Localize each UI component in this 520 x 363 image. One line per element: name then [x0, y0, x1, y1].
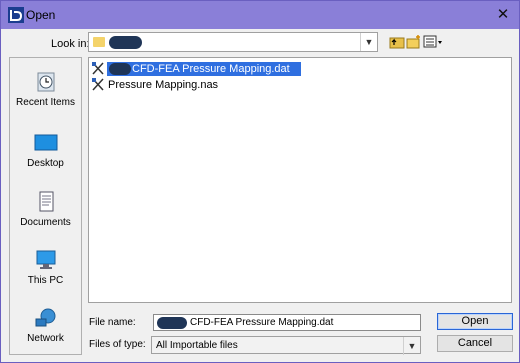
up-folder-icon[interactable]: [389, 34, 405, 49]
chevron-down-icon[interactable]: ▼: [403, 337, 420, 355]
place-label: This PC: [27, 275, 64, 286]
view-menu-icon[interactable]: [423, 34, 443, 49]
redacted-folder-name: [109, 36, 142, 49]
file-name-field[interactable]: CFD-FEA Pressure Mapping.dat: [153, 314, 421, 331]
place-label: Desktop: [27, 158, 64, 169]
file-name: Pressure Mapping.nas: [108, 79, 219, 91]
place-label: Recent Items: [16, 97, 75, 108]
window-title: Open: [26, 8, 56, 22]
files-of-type-label: Files of type:: [89, 339, 146, 350]
place-network[interactable]: Network: [10, 307, 81, 344]
file-icon: [92, 62, 104, 75]
list-item[interactable]: CFD-FEA Pressure Mapping.dat: [91, 62, 321, 76]
open-dialog: Open ✕ Look in: ▼ Recent Items Desktop D…: [0, 0, 520, 363]
file-icon: [92, 78, 104, 91]
look-in-dropdown[interactable]: ▼: [88, 32, 378, 52]
place-this-pc[interactable]: This PC: [10, 249, 81, 286]
close-button[interactable]: ✕: [493, 5, 513, 25]
network-icon: [35, 308, 55, 327]
title-bar[interactable]: Open ✕: [1, 1, 519, 29]
files-of-type-dropdown[interactable]: All Importable files ▼: [151, 336, 421, 355]
app-logo-icon: [8, 7, 24, 23]
place-label: Documents: [20, 217, 71, 228]
place-documents[interactable]: Documents: [10, 191, 81, 228]
place-label: Network: [27, 333, 64, 344]
chevron-down-icon[interactable]: ▼: [360, 33, 377, 51]
place-recent-items[interactable]: Recent Items: [10, 71, 81, 108]
file-list[interactable]: CFD-FEA Pressure Mapping.dat Pressure Ma…: [88, 57, 512, 303]
desktop-icon: [34, 134, 57, 151]
file-name-value: CFD-FEA Pressure Mapping.dat: [190, 317, 334, 328]
places-bar: Recent Items Desktop Documents This PC N…: [9, 57, 82, 355]
file-name-label: File name:: [89, 317, 136, 328]
list-item[interactable]: Pressure Mapping.nas: [91, 78, 251, 92]
redacted-file-prefix: [109, 63, 131, 75]
redacted-file-prefix: [157, 317, 187, 329]
place-desktop[interactable]: Desktop: [10, 132, 81, 169]
look-in-label: Look in:: [51, 38, 90, 50]
recent-items-icon: [37, 72, 54, 92]
documents-icon: [39, 191, 53, 212]
folder-icon: [93, 37, 105, 47]
cancel-button[interactable]: Cancel: [437, 335, 513, 352]
file-name: CFD-FEA Pressure Mapping.dat: [132, 63, 290, 75]
open-button[interactable]: Open: [437, 313, 513, 330]
this-pc-icon: [36, 250, 55, 269]
new-folder-icon[interactable]: [406, 34, 422, 49]
files-of-type-value: All Importable files: [156, 340, 238, 351]
